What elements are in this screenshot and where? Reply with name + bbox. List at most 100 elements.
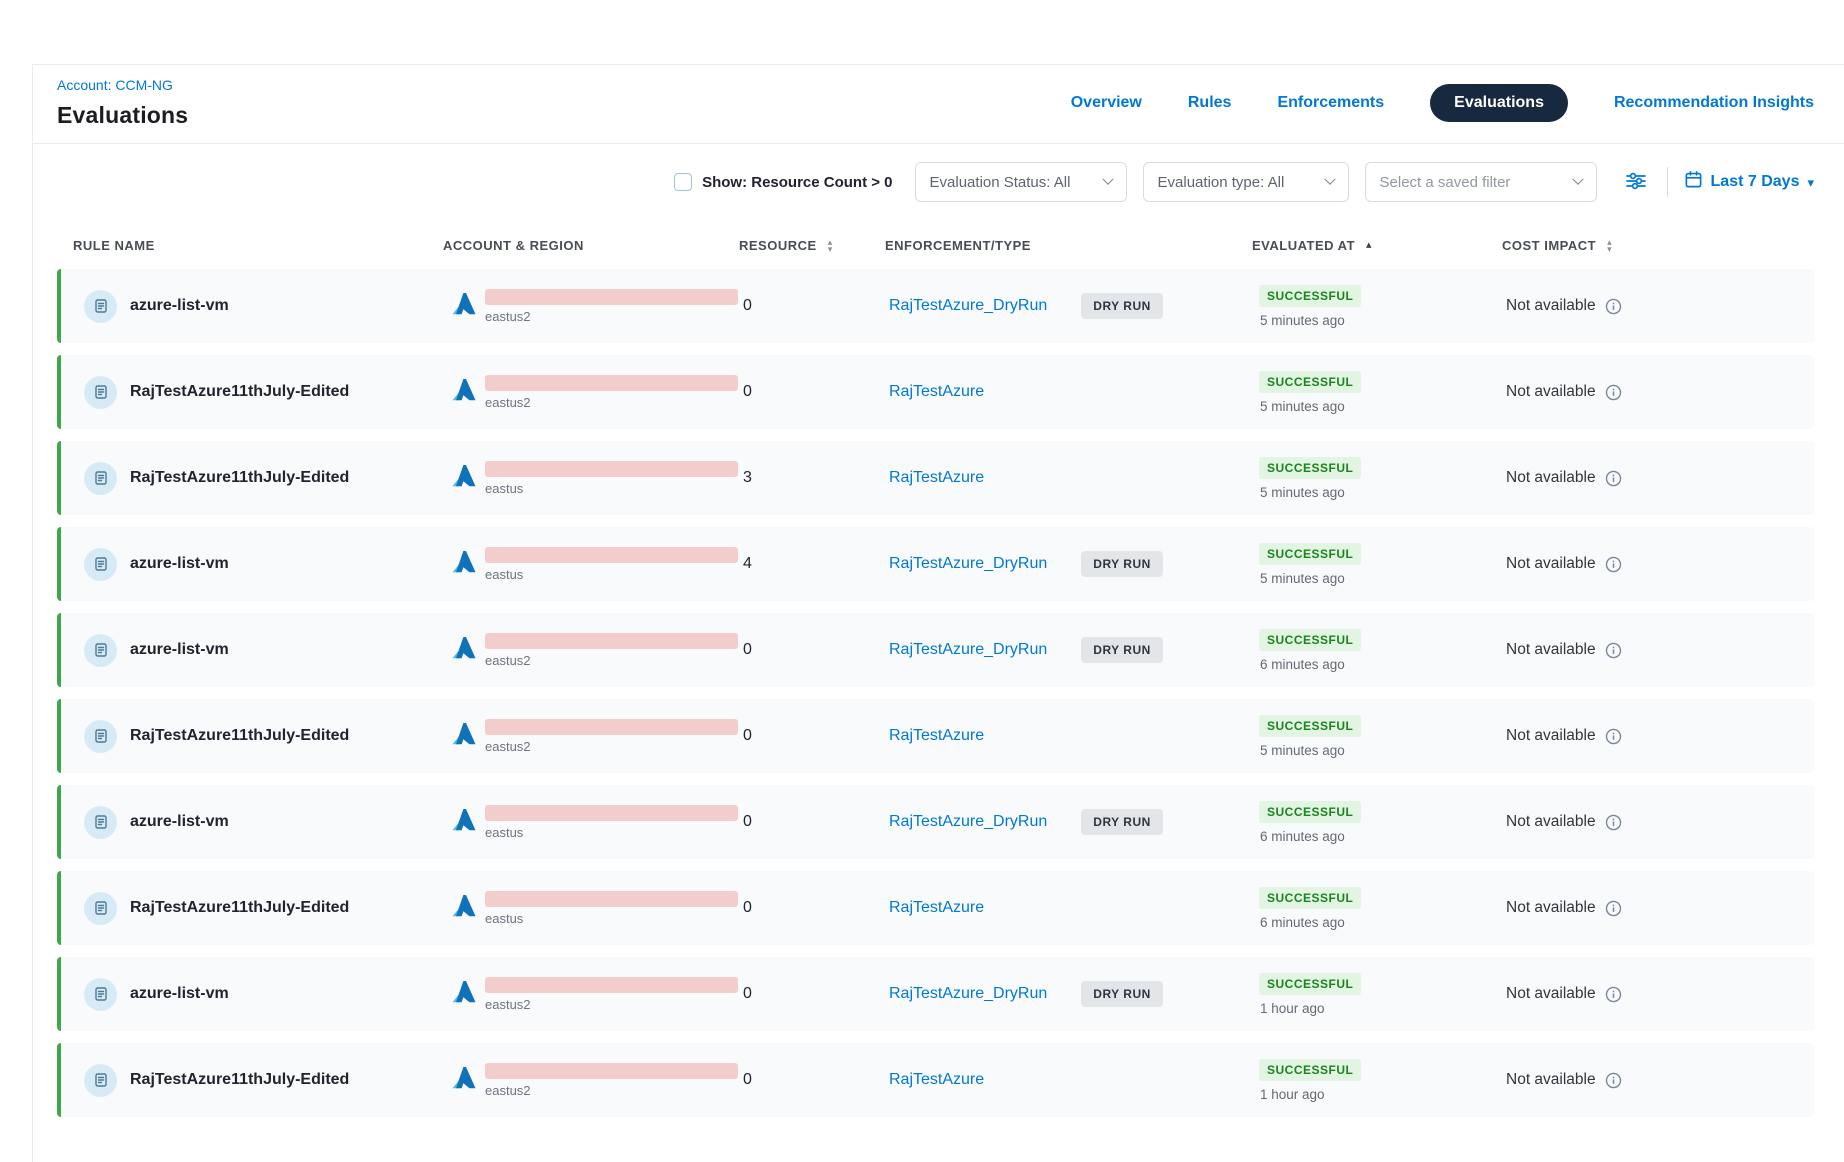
chevron-down-icon [1324, 174, 1335, 185]
enforcement-link[interactable]: RajTestAzure [889, 899, 984, 917]
saved-filter-placeholder: Select a saved filter [1380, 174, 1511, 191]
evaluated-time: 6 minutes ago [1259, 829, 1345, 844]
region-label: eastus2 [485, 739, 738, 754]
enforcement-link[interactable]: RajTestAzure_DryRun [889, 555, 1047, 573]
info-icon[interactable] [1605, 298, 1622, 315]
column-label: ENFORCEMENT/TYPE [885, 238, 1031, 253]
redacted-account-name [485, 375, 738, 391]
evaluated-time: 5 minutes ago [1259, 571, 1345, 586]
tab-rules[interactable]: Rules [1188, 94, 1232, 112]
evaluated-time: 5 minutes ago [1259, 313, 1345, 328]
rule-name: azure-list-vm [130, 813, 229, 831]
column-header-enforcement-type: ENFORCEMENT/TYPE [885, 238, 1252, 253]
cost-impact-value: Not available [1506, 813, 1596, 831]
filter-divider [1667, 167, 1668, 197]
resource-count-filter[interactable]: Show: Resource Count > 0 [674, 173, 892, 191]
filter-settings-button[interactable] [1621, 167, 1651, 198]
account-breadcrumb[interactable]: Account: CCM-NG [57, 77, 173, 93]
column-header-account-region: ACCOUNT & REGION [443, 238, 739, 253]
table-row[interactable]: RajTestAzure11thJuly-Edited eastus2 0 Ra… [57, 1043, 1815, 1117]
resource-count: 3 [743, 469, 889, 487]
enforcement-link[interactable]: RajTestAzure [889, 469, 984, 487]
table-row[interactable]: RajTestAzure11thJuly-Edited eastus2 0 Ra… [57, 699, 1815, 773]
dry-run-badge: DRY RUN [1081, 637, 1163, 663]
evaluated-time: 5 minutes ago [1259, 743, 1345, 758]
resource-count-checkbox[interactable] [674, 173, 692, 191]
sliders-icon [1625, 171, 1647, 194]
evaluation-status-value: Evaluation Status: All [930, 174, 1071, 191]
redacted-account-name [485, 805, 738, 821]
table-row[interactable]: azure-list-vm eastus 4 RajTestAzure_DryR… [57, 527, 1815, 601]
resource-count: 0 [743, 383, 889, 401]
rule-name: azure-list-vm [130, 641, 229, 659]
enforcement-link[interactable]: RajTestAzure_DryRun [889, 297, 1047, 315]
rule-icon [84, 376, 117, 409]
region-label: eastus2 [485, 1083, 738, 1098]
info-icon[interactable] [1605, 1072, 1622, 1089]
rule-icon [84, 978, 117, 1011]
status-badge: SUCCESSFUL [1259, 801, 1361, 823]
account-info: eastus2 [485, 633, 738, 668]
tab-recommendation-insights[interactable]: Recommendation Insights [1614, 94, 1814, 112]
rule-icon [84, 290, 117, 323]
enforcement-link[interactable]: RajTestAzure [889, 1071, 984, 1089]
column-header-cost-impact[interactable]: COST IMPACT ▴▾ [1502, 238, 1815, 253]
rule-name: RajTestAzure11thJuly-Edited [130, 383, 349, 401]
saved-filter-select[interactable]: Select a saved filter [1365, 162, 1597, 202]
evaluation-status-select[interactable]: Evaluation Status: All [915, 162, 1127, 202]
table-row[interactable]: azure-list-vm eastus 0 RajTestAzure_DryR… [57, 785, 1815, 859]
account-info: eastus2 [485, 289, 738, 324]
table-row[interactable]: azure-list-vm eastus2 0 RajTestAzure_Dry… [57, 269, 1815, 343]
sort-icon: ▴▾ [1607, 239, 1612, 253]
info-icon[interactable] [1605, 384, 1622, 401]
status-badge: SUCCESSFUL [1259, 887, 1361, 909]
column-label: EVALUATED AT [1252, 238, 1355, 253]
dry-run-badge: DRY RUN [1081, 551, 1163, 577]
enforcement-link[interactable]: RajTestAzure [889, 383, 984, 401]
table-row[interactable]: RajTestAzure11thJuly-Edited eastus 3 Raj… [57, 441, 1815, 515]
tab-enforcements[interactable]: Enforcements [1277, 94, 1384, 112]
info-icon[interactable] [1605, 814, 1622, 831]
azure-icon [449, 375, 479, 410]
status-badge: SUCCESSFUL [1259, 1059, 1361, 1081]
table-row[interactable]: azure-list-vm eastus2 0 RajTestAzure_Dry… [57, 957, 1815, 1031]
evaluation-type-select[interactable]: Evaluation type: All [1143, 162, 1349, 202]
redacted-account-name [485, 719, 738, 735]
info-icon[interactable] [1605, 900, 1622, 917]
rule-name: RajTestAzure11thJuly-Edited [130, 727, 349, 745]
info-icon[interactable] [1605, 470, 1622, 487]
redacted-account-name [485, 633, 738, 649]
redacted-account-name [485, 461, 738, 477]
table-row[interactable]: RajTestAzure11thJuly-Edited eastus 0 Raj… [57, 871, 1815, 945]
table-row[interactable]: azure-list-vm eastus2 0 RajTestAzure_Dry… [57, 613, 1815, 687]
date-range-picker[interactable]: Last 7 Days ▾ [1684, 170, 1814, 194]
tab-overview[interactable]: Overview [1071, 94, 1142, 112]
column-header-evaluated-at[interactable]: EVALUATED AT ▴ [1252, 238, 1502, 253]
info-icon[interactable] [1605, 728, 1622, 745]
date-range-value: Last 7 Days [1711, 173, 1800, 191]
enforcement-link[interactable]: RajTestAzure_DryRun [889, 641, 1047, 659]
table-row[interactable]: RajTestAzure11thJuly-Edited eastus2 0 Ra… [57, 355, 1815, 429]
region-label: eastus2 [485, 997, 738, 1012]
account-info: eastus2 [485, 375, 738, 410]
info-icon[interactable] [1605, 556, 1622, 573]
cost-impact-value: Not available [1506, 555, 1596, 573]
enforcement-link[interactable]: RajTestAzure_DryRun [889, 813, 1047, 831]
cost-impact-value: Not available [1506, 1071, 1596, 1089]
redacted-account-name [485, 977, 738, 993]
content-panel: Account: CCM-NG Evaluations Overview Rul… [32, 64, 1844, 1162]
info-icon[interactable] [1605, 986, 1622, 1003]
rule-name: RajTestAzure11thJuly-Edited [130, 1071, 349, 1089]
resource-count: 0 [743, 899, 889, 917]
tab-evaluations[interactable]: Evaluations [1430, 84, 1568, 122]
enforcement-link[interactable]: RajTestAzure [889, 727, 984, 745]
region-label: eastus [485, 825, 738, 840]
azure-icon [449, 719, 479, 754]
enforcement-link[interactable]: RajTestAzure_DryRun [889, 985, 1047, 1003]
title-block: Account: CCM-NG Evaluations [57, 77, 188, 129]
region-label: eastus [485, 481, 738, 496]
resource-count: 0 [743, 1071, 889, 1089]
rule-icon [84, 806, 117, 839]
column-header-resource[interactable]: RESOURCE ▴▾ [739, 238, 885, 253]
info-icon[interactable] [1605, 642, 1622, 659]
